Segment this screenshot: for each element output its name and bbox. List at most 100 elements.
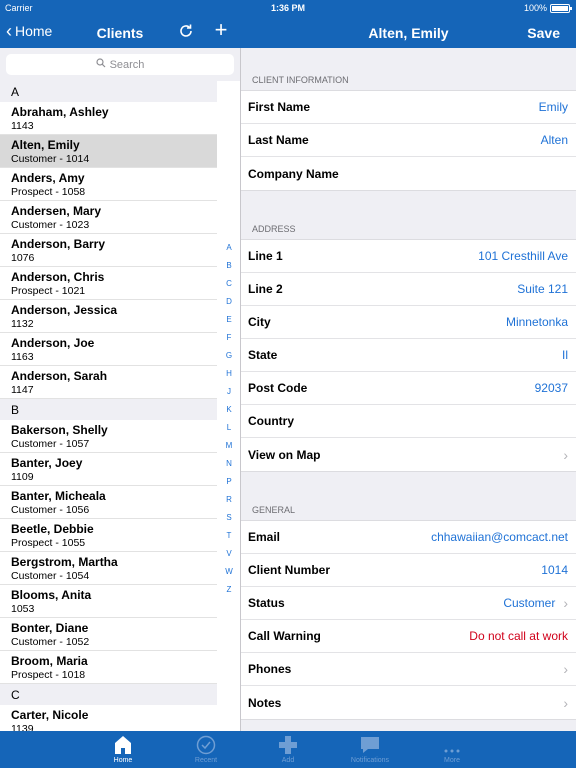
client-list-item[interactable]: Andersen, Mary Customer - 1023 xyxy=(0,201,217,234)
field-value: Alten xyxy=(540,133,568,147)
index-letter[interactable]: F xyxy=(222,329,236,347)
field-view-on-map[interactable]: View on Map › xyxy=(241,438,576,471)
field-call-warning[interactable]: Call Warning Do not call at work xyxy=(241,620,576,653)
index-letter[interactable]: B xyxy=(222,257,236,275)
chevron-right-icon: › xyxy=(563,595,568,611)
field-post-code[interactable]: Post Code 92037 xyxy=(241,372,576,405)
client-list-item[interactable]: Bonter, Diane Customer - 1052 xyxy=(0,618,217,651)
index-letter[interactable]: Z xyxy=(222,581,236,599)
client-subtitle: Customer - 1057 xyxy=(11,438,90,450)
client-list-item[interactable]: Blooms, Anita 1053 xyxy=(0,585,217,618)
index-letter[interactable]: G xyxy=(222,347,236,365)
client-name: Bakerson, Shelly xyxy=(11,423,108,437)
tab-home[interactable]: Home xyxy=(93,731,153,768)
index-letter[interactable]: W xyxy=(222,563,236,581)
client-list-item[interactable]: Banter, Micheala Customer - 1056 xyxy=(0,486,217,519)
client-list-item[interactable]: Beetle, Debbie Prospect - 1055 xyxy=(0,519,217,552)
index-letter[interactable]: C xyxy=(222,275,236,293)
client-list-item[interactable]: Anderson, Sarah 1147 xyxy=(0,366,217,399)
client-list-item[interactable]: Anderson, Jessica 1132 xyxy=(0,300,217,333)
index-letter[interactable]: R xyxy=(222,491,236,509)
field-line-2[interactable]: Line 2 Suite 121 xyxy=(241,273,576,306)
search-input[interactable]: Search xyxy=(6,54,234,75)
field-line-1[interactable]: Line 1 101 Cresthill Ave xyxy=(241,240,576,273)
index-letter[interactable]: M xyxy=(222,437,236,455)
client-name: Anders, Amy xyxy=(11,171,85,185)
section-header-address: ADDRESS xyxy=(252,224,296,234)
field-client-number[interactable]: Client Number 1014 xyxy=(241,554,576,587)
ellipsis-icon xyxy=(422,731,482,755)
client-subtitle: Prospect - 1055 xyxy=(11,537,86,549)
field-last-name[interactable]: Last Name Alten xyxy=(241,124,576,157)
index-letter[interactable]: T xyxy=(222,527,236,545)
alphabet-index[interactable]: ABCDEFGHJKLMNPRSTVWZ xyxy=(222,239,236,599)
client-list-item[interactable]: Abraham, Ashley 1143 xyxy=(0,102,217,135)
index-letter[interactable]: H xyxy=(222,365,236,383)
field-notes[interactable]: Notes › xyxy=(241,686,576,719)
refresh-icon[interactable] xyxy=(177,22,195,40)
client-list-item[interactable]: Anderson, Joe 1163 xyxy=(0,333,217,366)
field-value-wrap: Do not call at work xyxy=(469,629,568,643)
field-value-wrap: 1014 xyxy=(541,563,568,577)
field-value: Suite 121 xyxy=(517,282,568,296)
field-first-name[interactable]: First Name Emily xyxy=(241,91,576,124)
field-value-wrap: Suite 121 xyxy=(517,282,568,296)
field-phones[interactable]: Phones › xyxy=(241,653,576,686)
client-list-item[interactable]: Banter, Joey 1109 xyxy=(0,453,217,486)
tab-more[interactable]: More xyxy=(422,731,482,768)
client-name: Carter, Nicole xyxy=(11,708,89,722)
client-list-item[interactable]: Bakerson, Shelly Customer - 1057 xyxy=(0,420,217,453)
field-company-name[interactable]: Company Name xyxy=(241,157,576,190)
index-letter[interactable]: D xyxy=(222,293,236,311)
tab-notifications[interactable]: Notifications xyxy=(340,731,400,768)
field-value-wrap: › xyxy=(555,448,568,462)
client-list-item[interactable]: Alten, Emily Customer - 1014 xyxy=(0,135,217,168)
field-label: Status xyxy=(248,596,285,610)
field-email[interactable]: Email chhawaiian@comcact.net xyxy=(241,521,576,554)
client-list-item[interactable]: Bergstrom, Martha Customer - 1054 xyxy=(0,552,217,585)
client-name: Bergstrom, Martha xyxy=(11,555,118,569)
client-subtitle: 1163 xyxy=(11,351,34,363)
index-letter[interactable]: K xyxy=(222,401,236,419)
field-city[interactable]: City Minnetonka xyxy=(241,306,576,339)
index-letter[interactable]: E xyxy=(222,311,236,329)
form-group-address: Line 1 101 Cresthill Ave Line 2 Suite 121 Ci… xyxy=(241,239,576,472)
index-letter[interactable]: N xyxy=(222,455,236,473)
battery-percent: 100% xyxy=(523,3,547,13)
field-value: 101 Cresthill Ave xyxy=(478,249,568,263)
client-list-item[interactable]: Broom, Maria Prospect - 1018 xyxy=(0,651,217,684)
field-label: Line 2 xyxy=(248,282,283,296)
field-label: Post Code xyxy=(248,381,308,395)
client-list-item[interactable]: Carter, Nicole 1139 xyxy=(0,705,217,731)
client-subtitle: 1139 xyxy=(11,723,34,731)
client-subtitle: 1132 xyxy=(11,318,34,330)
field-value-wrap: Il xyxy=(562,348,568,362)
index-letter[interactable]: V xyxy=(222,545,236,563)
index-letter[interactable]: A xyxy=(222,239,236,257)
tab-add[interactable]: Add xyxy=(258,731,318,768)
field-country[interactable]: Country xyxy=(241,405,576,438)
add-client-button[interactable]: + xyxy=(212,19,230,41)
field-value-wrap: Emily xyxy=(539,100,568,114)
client-list-item[interactable]: Anderson, Chris Prospect - 1021 xyxy=(0,267,217,300)
field-value-wrap: 92037 xyxy=(535,381,568,395)
index-letter[interactable]: L xyxy=(222,419,236,437)
field-label: City xyxy=(248,315,271,329)
field-value-wrap: chhawaiian@comcact.net xyxy=(431,530,568,544)
field-label: Notes xyxy=(248,695,282,710)
field-label: Phones xyxy=(248,662,292,676)
index-letter[interactable]: J xyxy=(222,383,236,401)
field-status[interactable]: Status Customer › xyxy=(241,587,576,620)
index-letter[interactable]: P xyxy=(222,473,236,491)
tab-recent[interactable]: Recent xyxy=(176,731,236,768)
save-button[interactable]: Save xyxy=(527,25,560,41)
field-value: 92037 xyxy=(534,381,568,395)
field-value: Do not call at work xyxy=(469,629,568,643)
client-name: Broom, Maria xyxy=(11,654,88,668)
client-list-item[interactable]: Anders, Amy Prospect - 1058 xyxy=(0,168,217,201)
index-letter[interactable]: S xyxy=(222,509,236,527)
client-list-item[interactable]: Anderson, Barry 1076 xyxy=(0,234,217,267)
field-value-wrap: 101 Cresthill Ave xyxy=(478,249,568,263)
field-state[interactable]: State Il xyxy=(241,339,576,372)
client-name: Banter, Joey xyxy=(11,456,83,470)
